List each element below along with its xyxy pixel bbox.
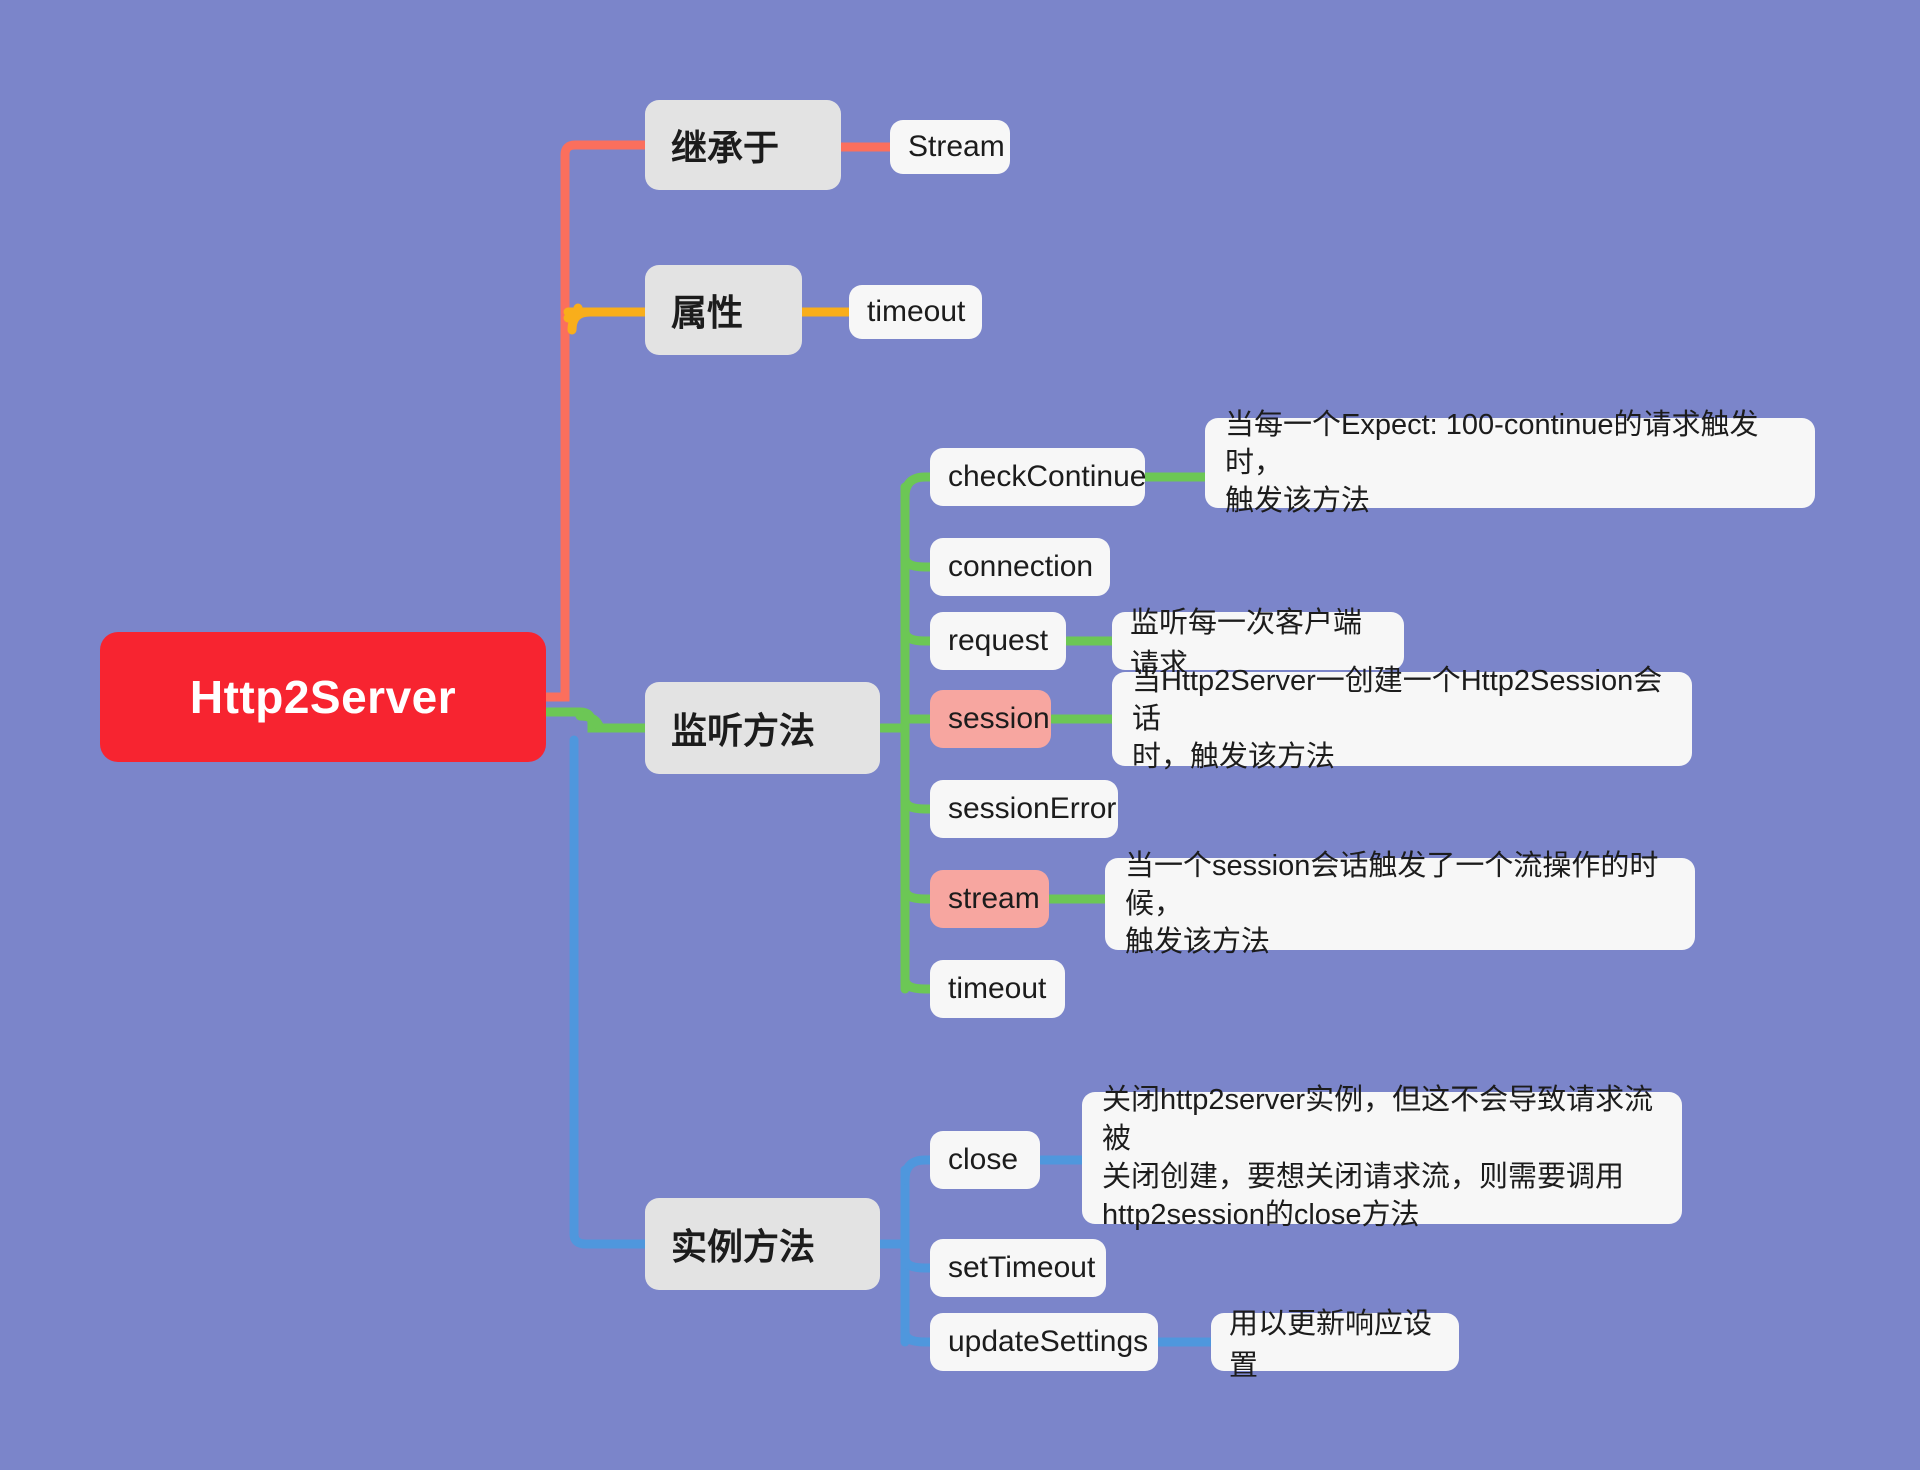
wire-listen-checkContinue xyxy=(900,472,935,502)
leaf-node-timeout-event[interactable]: timeout xyxy=(930,960,1065,1018)
leaf-node-stream[interactable]: Stream xyxy=(890,120,1010,174)
wire-root-listen xyxy=(541,707,650,733)
wire-root-properties xyxy=(563,303,650,323)
leaf-node-session[interactable]: session xyxy=(930,690,1051,748)
description-session: 当Http2Server一创建一个Http2Session会话 时，触发该方法 xyxy=(1112,665,1692,773)
wire-instance-close xyxy=(900,1155,935,1185)
wire-instance-updateSettings xyxy=(900,1327,935,1347)
description-close: 关闭http2server实例，但这不会导致请求流被 关闭创建，要想关闭请求流，… xyxy=(1082,1084,1682,1231)
leaf-node-settimeout[interactable]: setTimeout xyxy=(930,1239,1106,1297)
description-updatesettings: 用以更新响应设置 xyxy=(1211,1308,1459,1382)
leaf-node-sessionerror[interactable]: sessionError xyxy=(930,780,1118,838)
mindmap-canvas: Http2Server 继承于 Stream 属性 timeout 监听方法 c… xyxy=(0,0,1920,1470)
wire-listen-request xyxy=(900,626,935,646)
wire-root-instance xyxy=(569,735,650,1249)
branch-node-listen-methods[interactable]: 监听方法 xyxy=(645,682,880,774)
wire-listen-sessionError xyxy=(900,794,935,814)
wire-root-listen-b xyxy=(575,711,650,733)
description-stream-event: 当一个session会话触发了一个流操作的时候， 触发该方法 xyxy=(1105,850,1695,958)
description-checkcontinue: 当每一个Expect: 100-continue的请求触发时， 触发该方法 xyxy=(1205,409,1815,517)
branch-node-instance-methods[interactable]: 实例方法 xyxy=(645,1198,880,1290)
leaf-node-checkcontinue[interactable]: checkContinue xyxy=(930,448,1146,506)
wire-listen-connection xyxy=(900,552,935,572)
leaf-node-connection[interactable]: connection xyxy=(930,538,1110,596)
leaf-node-timeout-property[interactable]: timeout xyxy=(849,285,982,339)
wire-listen-stream xyxy=(900,884,935,904)
wire-listen-timeout xyxy=(900,974,935,994)
wire-root-inherit xyxy=(541,140,650,702)
leaf-node-updatesettings[interactable]: updateSettings xyxy=(930,1313,1158,1371)
leaf-node-request[interactable]: request xyxy=(930,612,1066,670)
branch-node-properties[interactable]: 属性 xyxy=(645,265,802,355)
leaf-node-stream-event[interactable]: stream xyxy=(930,870,1049,928)
root-node-http2server[interactable]: Http2Server xyxy=(100,632,546,762)
wire-instance-setTimeout xyxy=(900,1253,935,1273)
wire-root-properties-elbow xyxy=(567,307,650,335)
leaf-node-close[interactable]: close xyxy=(930,1131,1040,1189)
branch-node-inherit[interactable]: 继承于 xyxy=(645,100,841,190)
